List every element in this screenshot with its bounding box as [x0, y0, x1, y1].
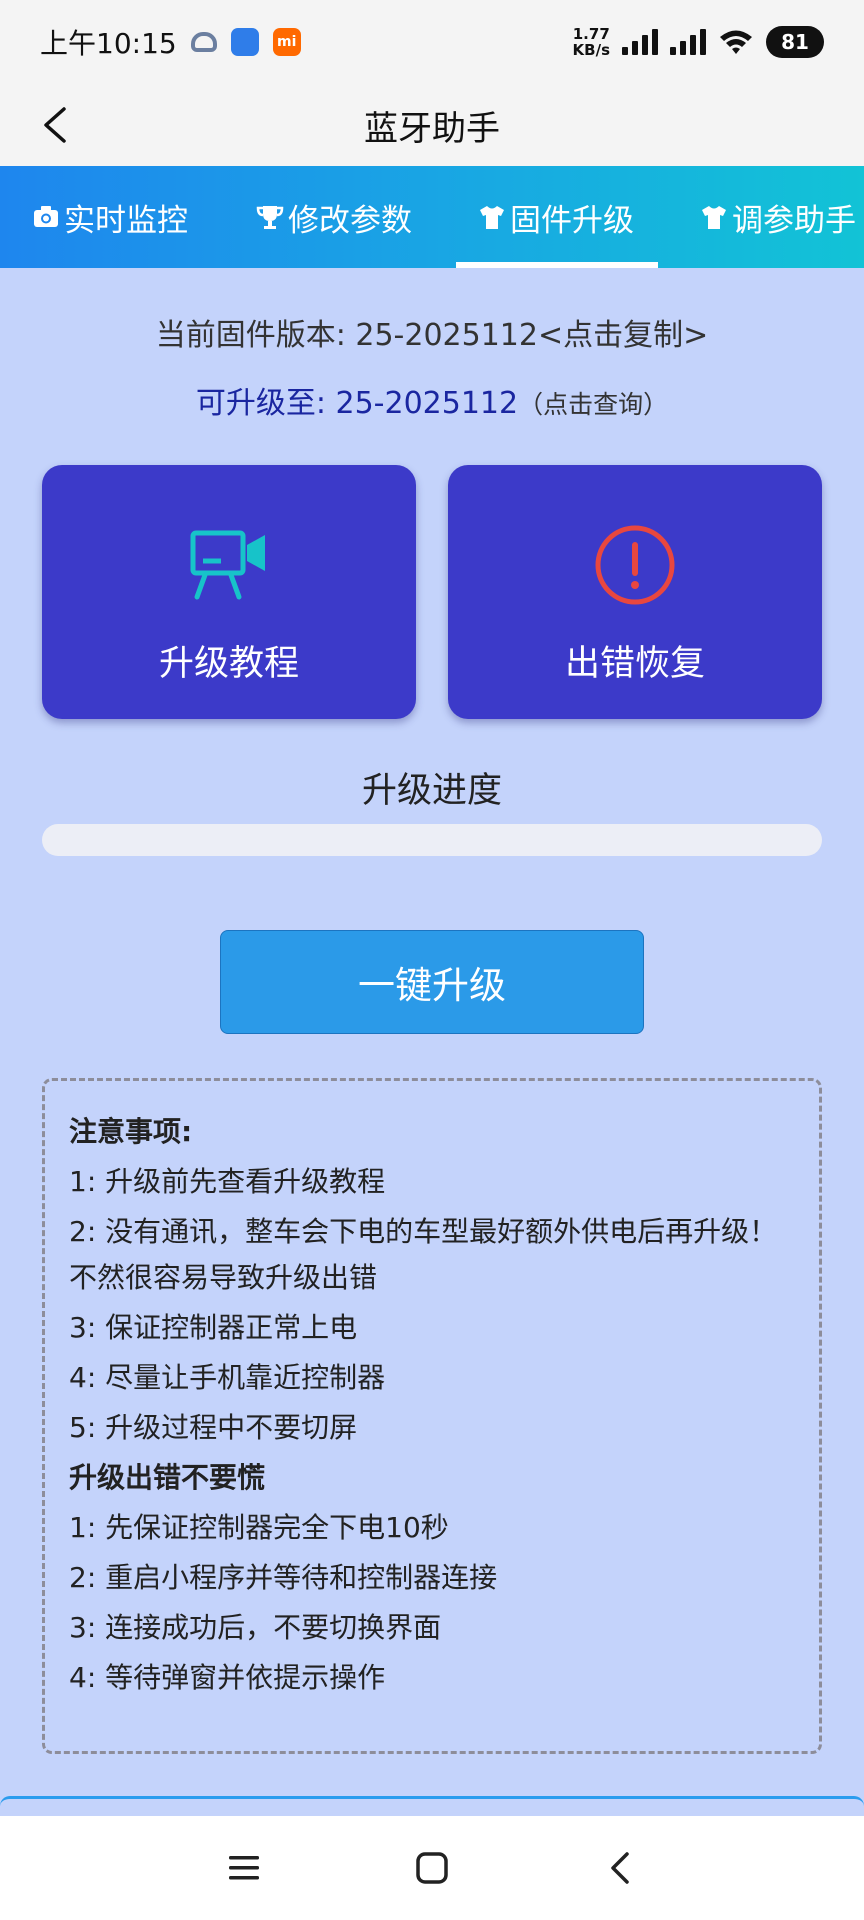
system-back-button[interactable] — [590, 1838, 650, 1898]
recovery-item: 4: 等待弹窗并依提示操作 — [69, 1661, 386, 1694]
query-hint: （点击查询） — [518, 390, 669, 419]
note-item: 2: 没有通讯，整车会下电的车型最好额外供电后再升级！不然很容易导致升级出错 — [69, 1215, 778, 1294]
tab-bar: 实时监控 修改参数 固件升级 调参助手 — [0, 166, 864, 268]
notes-box: 注意事项: 1: 升级前先查看升级教程 2: 没有通讯，整车会下电的车型最好额外… — [42, 1078, 822, 1754]
recovery-item: 3: 连接成功后，不要切换界面 — [69, 1611, 442, 1644]
projector-video-icon — [190, 530, 265, 600]
recovery-card[interactable]: 出错恢复 — [448, 465, 822, 719]
back-button[interactable] — [28, 98, 82, 152]
shirt-icon — [480, 206, 504, 229]
tutorial-icon-wrap — [189, 523, 269, 607]
wifi-icon — [720, 30, 752, 54]
tab-realtime-monitor[interactable]: 实时监控 — [32, 166, 188, 268]
one-click-upgrade-button[interactable]: 一键升级 — [220, 930, 644, 1034]
camera-icon — [34, 206, 58, 227]
shirt-icon — [702, 206, 726, 229]
note-item: 4: 尽量让手机靠近控制器 — [69, 1361, 386, 1394]
warning-circle-icon — [595, 525, 675, 605]
tab-firmware-upgrade[interactable]: 固件升级 — [478, 166, 634, 268]
current-version-text[interactable]: 当前固件版本: 25-2025112<点击复制> — [0, 310, 864, 354]
chevron-left-icon — [611, 1852, 629, 1884]
notes-heading: 注意事项: — [69, 1115, 193, 1148]
home-square-icon — [416, 1852, 448, 1884]
tab-label: 实时监控 — [64, 202, 188, 239]
chevron-left-icon — [44, 107, 66, 143]
signal-icon — [622, 29, 658, 55]
tab-modify-params[interactable]: 修改参数 — [256, 166, 412, 268]
cloud-app-icon — [190, 32, 217, 52]
status-indicators: 1.77 KB/s 81 — [573, 26, 824, 58]
status-time: 上午10:15 — [40, 27, 177, 60]
bottom-panel-edge — [0, 1796, 864, 1816]
system-nav-bar — [0, 1816, 864, 1920]
tab-label: 调参助手 — [732, 202, 856, 239]
tab-tuning-assistant[interactable]: 调参助手 — [700, 166, 856, 268]
tutorial-card[interactable]: 升级教程 — [42, 465, 416, 719]
recovery-item: 2: 重启小程序并等待和控制器连接 — [69, 1561, 498, 1594]
recovery-icon-wrap — [593, 523, 677, 607]
note-item: 3: 保证控制器正常上电 — [69, 1311, 358, 1344]
home-button[interactable] — [402, 1838, 462, 1898]
recovery-label: 出错恢复 — [564, 644, 705, 684]
mi-app-icon: mi — [272, 28, 301, 56]
status-app-icons: mi — [190, 28, 301, 56]
trophy-icon — [256, 206, 284, 229]
note-item: 5: 升级过程中不要切屏 — [69, 1411, 358, 1444]
upgrade-version-text: 可升级至: 25-2025112 — [195, 386, 519, 421]
menu-icon — [229, 1856, 259, 1880]
progress-bar — [42, 824, 822, 856]
blue-app-icon — [230, 28, 259, 56]
title-bar: 蓝牙助手 — [0, 84, 864, 166]
recovery-item: 1: 先保证控制器完全下电10秒 — [69, 1511, 449, 1544]
signal-icon-2 — [670, 29, 706, 55]
progress-label: 升级进度 — [361, 771, 502, 811]
tab-label: 固件升级 — [510, 202, 634, 239]
note-item: 1: 升级前先查看升级教程 — [69, 1165, 386, 1198]
menu-button[interactable] — [214, 1838, 274, 1898]
recovery-heading: 升级出错不要慌 — [69, 1461, 266, 1494]
active-tab-indicator — [456, 262, 658, 268]
tab-label: 修改参数 — [288, 202, 412, 239]
status-bar: 上午10:15 mi 1.77 KB/s 81 — [0, 0, 864, 84]
network-speed: 1.77 KB/s — [572, 25, 610, 59]
upgrade-version-link[interactable]: 可升级至: 25-2025112（点击查询） — [0, 378, 864, 422]
page-title: 蓝牙助手 — [364, 108, 500, 149]
tutorial-label: 升级教程 — [158, 644, 299, 684]
battery-indicator: 81 — [766, 26, 824, 58]
